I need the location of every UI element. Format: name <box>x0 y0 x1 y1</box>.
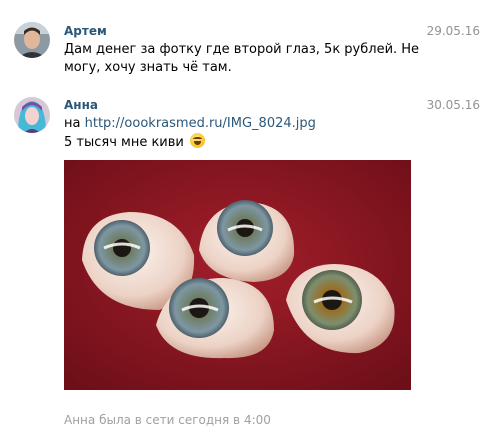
message-author[interactable]: Артем <box>64 24 107 38</box>
message-text-line2: 5 тысяч мне киви <box>64 135 184 150</box>
avatar-artem[interactable] <box>14 22 50 58</box>
message-date[interactable]: 30.05.16 <box>427 98 480 112</box>
message-date[interactable]: 29.05.16 <box>427 24 480 38</box>
laughing-face-icon <box>190 133 206 148</box>
online-status: Анна была в сети сегодня в 4:00 <box>64 413 271 427</box>
message-text-prefix: на <box>64 116 85 131</box>
message-text: на http://oookrasmed.ru/IMG_8024.jpg 5 т… <box>64 115 424 152</box>
message-text: Дам денег за фотку где второй глаз, 5к р… <box>64 42 420 75</box>
avatar-anna[interactable] <box>14 97 50 133</box>
message-author[interactable]: Анна <box>64 98 98 112</box>
message-link[interactable]: http://oookrasmed.ru/IMG_8024.jpg <box>85 116 316 131</box>
photo-attachment[interactable] <box>64 160 411 390</box>
